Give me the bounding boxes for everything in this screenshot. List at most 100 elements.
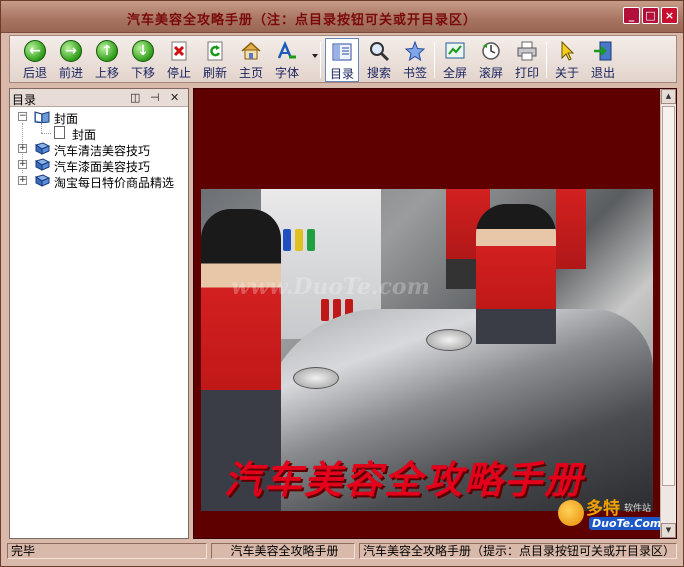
panel-float-icon[interactable]: ◫ xyxy=(130,91,140,104)
page-icon xyxy=(54,126,65,139)
move-down-button-label: 下移 xyxy=(130,66,155,80)
back-button[interactable]: ← 后退 xyxy=(18,38,52,82)
open-book-icon xyxy=(34,111,50,123)
book-icon xyxy=(34,158,50,171)
scrollbar-thumb[interactable] xyxy=(662,106,675,486)
font-button[interactable]: 字体 xyxy=(270,38,304,82)
status-hint: 汽车美容全攻略手册（提示：点目录按钮可关或开目录区） xyxy=(359,543,677,559)
autoscroll-icon xyxy=(482,42,500,60)
down-arrow-icon: ↓ xyxy=(132,40,154,62)
tree-item-label: 淘宝每日特价商品精选 xyxy=(54,176,175,190)
font-dropdown-arrow-icon[interactable] xyxy=(312,54,318,58)
book-icon xyxy=(34,142,50,155)
about-button[interactable]: 关于 xyxy=(550,38,584,82)
about-button-label: 关于 xyxy=(554,66,579,80)
home-button[interactable]: 主页 xyxy=(234,38,268,82)
expand-icon[interactable]: + xyxy=(18,144,27,153)
home-button-label: 主页 xyxy=(238,66,263,80)
print-button[interactable]: 打印 xyxy=(510,38,544,82)
exit-button-label: 退出 xyxy=(590,66,615,80)
photo-watermark: www.DuoTe.com xyxy=(231,274,430,300)
refresh-button[interactable]: 刷新 xyxy=(198,38,232,82)
about-pointer-icon xyxy=(561,40,575,61)
stop-icon xyxy=(171,41,187,61)
contents-tree: − 封面 封面 + 汽车清洁美容技巧 + 汽车漆面美容技巧 + 淘宝每日特价商品… xyxy=(10,109,188,190)
contents-panel-header: 目录 ◫ ⊣ ✕ xyxy=(10,89,188,107)
panel-close-icon[interactable]: ✕ xyxy=(170,91,179,104)
toolbar-separator xyxy=(546,42,547,78)
contents-panel: 目录 ◫ ⊣ ✕ − 封面 封面 + 汽车清洁美容技巧 + 汽车漆面美容技巧 +… xyxy=(9,88,189,539)
tree-item-paint-tips[interactable]: + 汽车漆面美容技巧 xyxy=(10,157,188,174)
toolbar-separator xyxy=(320,42,321,78)
photo-bottle xyxy=(283,229,291,251)
tree-item-cover-page[interactable]: 封面 xyxy=(10,125,188,142)
forward-button-label: 前进 xyxy=(58,66,83,80)
exit-icon xyxy=(594,41,612,61)
up-arrow-icon: ↑ xyxy=(96,40,118,62)
search-button[interactable]: 搜索 xyxy=(362,38,396,82)
fullscreen-button[interactable]: 全屏 xyxy=(438,38,472,82)
expand-icon[interactable]: + xyxy=(18,176,27,185)
fullscreen-button-label: 全屏 xyxy=(442,66,467,80)
home-icon xyxy=(241,41,261,60)
contents-button[interactable]: 目录 xyxy=(325,38,359,82)
exit-button[interactable]: 退出 xyxy=(586,38,620,82)
toolbar: ← 后退 → 前进 ↑ 上移 ↓ 下移 停止 刷新 主页 字体 目录 搜索 书签… xyxy=(9,35,677,83)
photo-polisher xyxy=(426,329,472,351)
bookmark-button[interactable]: 书签 xyxy=(398,38,432,82)
fullscreen-icon xyxy=(445,42,465,59)
stop-button[interactable]: 停止 xyxy=(162,38,196,82)
duote-logo: 多特 软件站 DuoTe.Com xyxy=(554,494,665,538)
back-arrow-icon: ← xyxy=(24,40,46,62)
photo-polisher xyxy=(293,367,339,389)
window-title: 汽车美容全攻略手册（注：点目录按钮可关或开目录区） xyxy=(126,13,477,28)
autoscroll-button-label: 滚屏 xyxy=(478,66,503,80)
book-icon xyxy=(34,174,50,187)
mascot-icon xyxy=(558,500,584,526)
contents-button-label: 目录 xyxy=(329,67,354,81)
bookmark-button-label: 书签 xyxy=(402,66,427,80)
tree-item-taobao-deals[interactable]: + 淘宝每日特价商品精选 xyxy=(10,173,188,190)
photo-worker-right xyxy=(476,204,556,344)
status-text: 完毕 xyxy=(7,543,207,559)
autoscroll-button[interactable]: 滚屏 xyxy=(474,38,508,82)
vertical-scrollbar[interactable]: ▲ ▼ xyxy=(660,89,676,538)
tree-item-cleaning-tips[interactable]: + 汽车清洁美容技巧 xyxy=(10,141,188,158)
move-up-button[interactable]: ↑ 上移 xyxy=(90,38,124,82)
status-bar: 完毕 汽车美容全攻略手册 汽车美容全攻略手册（提示：点目录按钮可关或开目录区） xyxy=(1,541,683,566)
move-up-button-label: 上移 xyxy=(94,66,119,80)
logo-subtitle: 软件站 xyxy=(624,504,652,514)
forward-arrow-icon: → xyxy=(60,40,82,62)
app-window: 汽车美容全攻略手册（注：点目录按钮可关或开目录区） _ □ × ← 后退 → 前… xyxy=(0,0,684,567)
print-button-label: 打印 xyxy=(514,66,539,80)
close-button[interactable]: × xyxy=(661,7,678,24)
content-view: www.DuoTe.com 汽车美容全攻略手册 多特 软件站 DuoTe.Com… xyxy=(193,88,677,539)
panel-pin-icon[interactable]: ⊣ xyxy=(150,91,160,104)
font-icon xyxy=(277,40,296,59)
collapse-icon[interactable]: − xyxy=(18,112,27,121)
printer-icon xyxy=(517,41,537,61)
search-button-label: 搜索 xyxy=(366,66,391,80)
forward-button[interactable]: → 前进 xyxy=(54,38,88,82)
contents-icon xyxy=(332,43,352,61)
refresh-button-label: 刷新 xyxy=(202,66,227,80)
stop-button-label: 停止 xyxy=(166,66,191,80)
bookmark-star-icon xyxy=(404,40,426,62)
expand-icon[interactable]: + xyxy=(18,160,27,169)
tree-item-cover[interactable]: − 封面 xyxy=(10,109,188,126)
toolbar-separator xyxy=(434,42,435,78)
status-book-name: 汽车美容全攻略手册 xyxy=(211,543,355,559)
minimize-button[interactable]: _ xyxy=(623,7,640,24)
refresh-icon xyxy=(207,41,223,61)
scroll-up-arrow-icon[interactable]: ▲ xyxy=(661,89,676,104)
photo-bottle xyxy=(295,229,303,251)
search-icon xyxy=(370,42,390,62)
logo-chinese: 多特 xyxy=(586,499,620,519)
scroll-down-arrow-icon[interactable]: ▼ xyxy=(661,523,676,538)
photo-background-worker xyxy=(556,189,586,269)
move-down-button[interactable]: ↓ 下移 xyxy=(126,38,160,82)
maximize-button[interactable]: □ xyxy=(642,7,659,24)
photo-bottle xyxy=(307,229,315,251)
font-button-label: 字体 xyxy=(274,66,299,80)
cover-title: 汽车美容全攻略手册 xyxy=(224,457,585,502)
